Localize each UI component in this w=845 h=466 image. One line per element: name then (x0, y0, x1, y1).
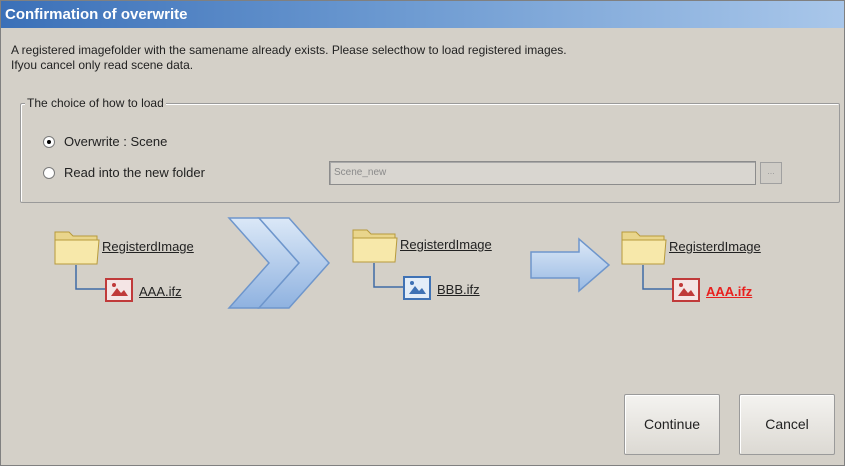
new-folder-radio[interactable] (43, 166, 55, 179)
new-folder-label: Read into the new folder (64, 165, 205, 180)
image-file-icon (672, 278, 700, 302)
arrow-right-icon (530, 237, 611, 293)
new-folder-name-field[interactable]: Scene_new (329, 161, 756, 185)
message-line-1: A registered imagefolder with the samena… (11, 43, 567, 57)
load-choice-legend: The choice of how to load (25, 96, 166, 110)
folder-label-2: RegisterdImage (400, 237, 492, 252)
dialog-title: Confirmation of overwrite (1, 1, 844, 28)
overwrite-scene-radio[interactable] (43, 135, 55, 148)
message-text: A registered imagefolder with the samena… (11, 43, 567, 73)
file-label-3: AAA.ifz (706, 284, 753, 299)
image-file-icon (403, 276, 431, 300)
overwrite-scene-label: Overwrite : Scene (64, 134, 168, 149)
cancel-button[interactable]: Cancel (739, 394, 835, 455)
tree-connector-1 (75, 265, 105, 290)
tree-connector-2 (373, 263, 403, 288)
file-label-2: BBB.ifz (437, 282, 480, 297)
file-label-1: AAA.ifz (139, 284, 182, 299)
folder-icon (352, 229, 398, 263)
folder-label-1: RegisterdImage (102, 239, 194, 254)
new-folder-option[interactable]: Read into the new folder (43, 165, 205, 180)
double-chevron-icon (227, 217, 331, 309)
overwrite-dialog: Confirmation of overwrite A registered i… (0, 0, 845, 466)
browse-button[interactable]: ... (760, 162, 782, 184)
folder-icon (621, 231, 667, 265)
message-line-2: Ifyou cancel only read scene data. (11, 58, 194, 72)
folder-label-3: RegisterdImage (669, 239, 761, 254)
continue-button[interactable]: Continue (624, 394, 720, 455)
image-file-icon (105, 278, 133, 302)
load-choice-group (20, 103, 840, 203)
folder-icon (54, 231, 100, 265)
tree-connector-3 (642, 265, 672, 290)
overwrite-scene-option[interactable]: Overwrite : Scene (43, 134, 167, 149)
